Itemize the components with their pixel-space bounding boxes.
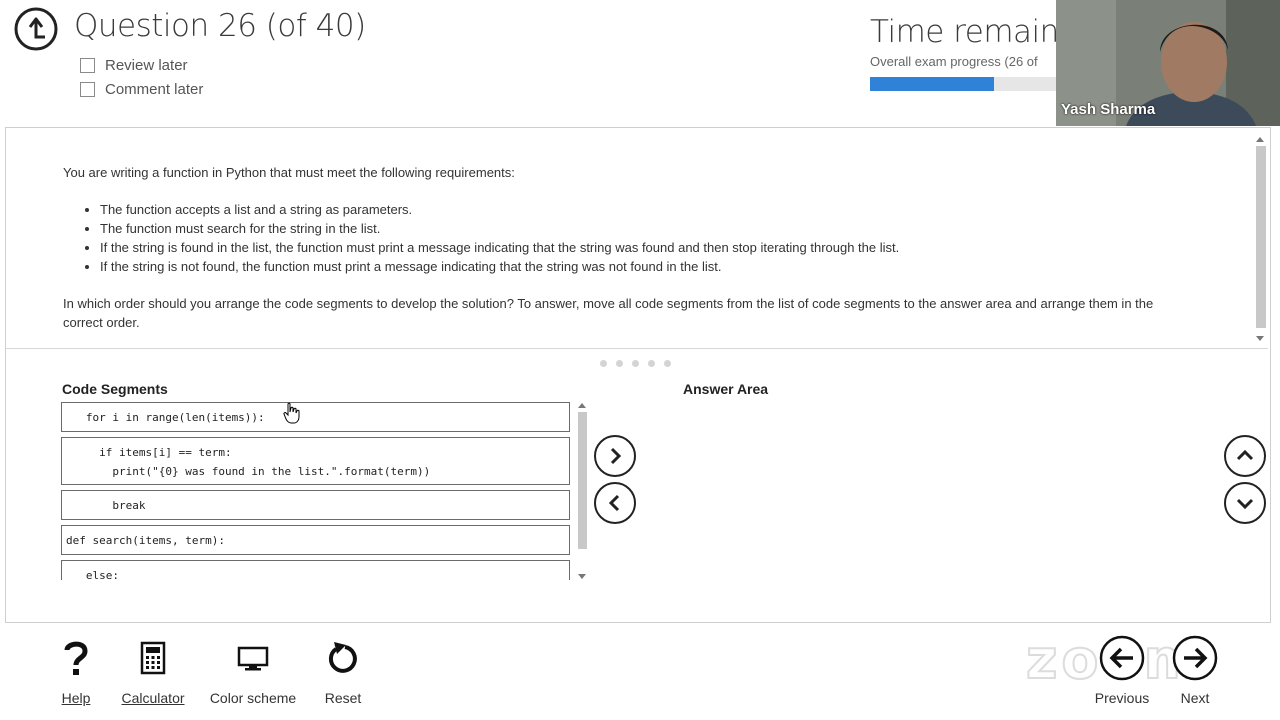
list-item: The function accepts a list and a string… bbox=[100, 200, 899, 219]
code-segment[interactable]: break bbox=[61, 490, 570, 520]
question-mark-icon bbox=[58, 636, 94, 680]
question-instruction: In which order should you arrange the co… bbox=[63, 296, 1154, 330]
mouse-cursor-icon bbox=[282, 402, 300, 429]
code-segments-heading: Code Segments bbox=[62, 381, 168, 397]
back-to-review-button[interactable] bbox=[14, 7, 58, 51]
help-button[interactable]: Help bbox=[58, 636, 94, 706]
requirements-list: The function accepts a list and a string… bbox=[63, 200, 899, 276]
grip-dot bbox=[664, 360, 671, 367]
participant-name: Yash Sharma bbox=[1061, 101, 1156, 118]
reset-label: Reset bbox=[324, 690, 362, 706]
exam-progress-fill bbox=[870, 77, 994, 91]
chevron-left-icon bbox=[608, 494, 620, 512]
color-scheme-label: Color scheme bbox=[209, 690, 297, 706]
grip-dot bbox=[600, 360, 607, 367]
calculator-button[interactable]: Calculator bbox=[119, 636, 187, 706]
reset-button[interactable]: Reset bbox=[322, 636, 364, 706]
code-segment[interactable]: else: bbox=[61, 560, 570, 580]
previous-label: Previous bbox=[1094, 690, 1150, 706]
arrow-up-circle-icon bbox=[14, 7, 58, 51]
answer-area-heading: Answer Area bbox=[683, 381, 769, 397]
scroll-down-arrow-icon[interactable] bbox=[578, 574, 586, 579]
list-item: If the string is not found, the function… bbox=[100, 257, 899, 276]
list-item: If the string is found in the list, the … bbox=[100, 238, 899, 257]
color-scheme-button[interactable]: Color scheme bbox=[206, 636, 300, 706]
chevron-right-icon bbox=[610, 447, 622, 465]
help-label: Help bbox=[61, 690, 91, 706]
reset-icon bbox=[322, 636, 364, 680]
question-text-area: You are writing a function in Python tha… bbox=[6, 132, 1252, 347]
grip-dot bbox=[616, 360, 623, 367]
code-segment[interactable]: def search(items, term): bbox=[61, 525, 570, 555]
question-scrollbar-thumb[interactable] bbox=[1256, 146, 1266, 328]
webcam-video-tile: Yash Sharma bbox=[1056, 0, 1280, 126]
review-later-checkbox[interactable]: Review later bbox=[80, 57, 188, 74]
checkbox-box[interactable] bbox=[80, 58, 95, 73]
comment-later-label: Comment later bbox=[105, 81, 204, 98]
previous-button[interactable]: Previous bbox=[1092, 635, 1152, 706]
arrow-left-circle-icon bbox=[1092, 635, 1152, 681]
calculator-icon bbox=[119, 636, 187, 680]
pane-resize-handle[interactable] bbox=[600, 360, 671, 367]
calculator-label: Calculator bbox=[121, 690, 185, 706]
question-intro: You are writing a function in Python tha… bbox=[63, 165, 515, 180]
time-remaining-title: Time remainin bbox=[870, 14, 1087, 50]
arrow-right-circle-icon bbox=[1170, 635, 1220, 681]
next-label: Next bbox=[1180, 690, 1210, 706]
grip-dot bbox=[648, 360, 655, 367]
pane-divider bbox=[6, 348, 1268, 349]
next-button[interactable]: Next bbox=[1170, 635, 1220, 706]
chevron-up-icon bbox=[1236, 449, 1254, 461]
question-title: Question 26 (of 40) bbox=[74, 8, 366, 44]
move-down-button[interactable] bbox=[1224, 482, 1266, 524]
move-up-button[interactable] bbox=[1224, 435, 1266, 477]
list-item: The function must search for the string … bbox=[100, 219, 899, 238]
scroll-up-arrow-icon[interactable] bbox=[578, 403, 586, 408]
chevron-down-icon bbox=[1236, 498, 1254, 510]
exam-progress-bar bbox=[870, 77, 1060, 91]
exam-progress-label: Overall exam progress (26 of bbox=[870, 54, 1038, 69]
scroll-down-arrow-icon[interactable] bbox=[1256, 336, 1264, 341]
scroll-up-arrow-icon[interactable] bbox=[1256, 137, 1264, 142]
checkbox-box[interactable] bbox=[80, 82, 95, 97]
monitor-icon bbox=[206, 636, 300, 680]
code-segment[interactable]: if items[i] == term: print("{0} was foun… bbox=[61, 437, 570, 485]
code-segments-list: for i in range(len(items)): if items[i] … bbox=[61, 402, 570, 580]
review-later-label: Review later bbox=[105, 57, 188, 74]
code-segments-scrollbar-thumb[interactable] bbox=[578, 412, 587, 549]
comment-later-checkbox[interactable]: Comment later bbox=[80, 81, 203, 98]
grip-dot bbox=[632, 360, 639, 367]
move-to-answer-button[interactable] bbox=[594, 435, 636, 477]
move-to-segments-button[interactable] bbox=[594, 482, 636, 524]
code-segment[interactable]: for i in range(len(items)): bbox=[61, 402, 570, 432]
